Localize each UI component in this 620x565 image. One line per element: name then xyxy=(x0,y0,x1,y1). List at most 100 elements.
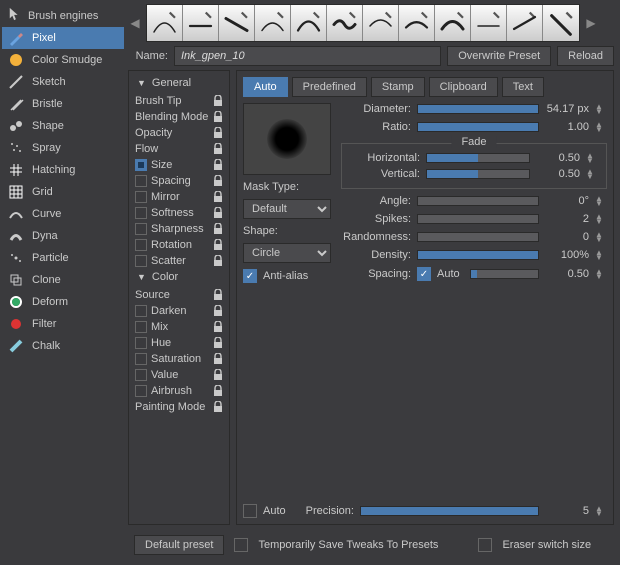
prop-row-opacity[interactable]: Opacity xyxy=(133,125,225,141)
sl-angle-slider[interactable] xyxy=(417,196,539,206)
sl-diameter-slider[interactable] xyxy=(417,104,539,114)
preset-thumb[interactable] xyxy=(255,5,291,41)
anti-alias-row[interactable]: Anti-alias xyxy=(243,269,331,283)
anti-alias-checkbox[interactable] xyxy=(243,269,257,283)
prop-row-sharpness[interactable]: Sharpness xyxy=(133,221,225,237)
preset-name-input[interactable] xyxy=(174,46,441,66)
prop-row-rotation[interactable]: Rotation xyxy=(133,237,225,253)
precision-auto-checkbox[interactable] xyxy=(243,504,257,518)
prop-checkbox[interactable] xyxy=(135,159,147,171)
sl-spikes-slider[interactable] xyxy=(417,214,539,224)
precision-spinner[interactable]: ▲▼ xyxy=(595,506,607,516)
sl-spikes-spinner[interactable]: ▲▼ xyxy=(595,214,607,224)
props-group-general[interactable]: ▼ General xyxy=(133,75,225,93)
sl-spacing-spinner[interactable]: ▲▼ xyxy=(595,269,607,279)
prop-row-painting-mode[interactable]: Painting Mode xyxy=(133,399,225,415)
prop-row-darken[interactable]: Darken xyxy=(133,303,225,319)
spacing-auto-checkbox[interactable] xyxy=(417,267,431,281)
props-group-color[interactable]: ▼ Color xyxy=(133,269,225,287)
prop-row-value[interactable]: Value xyxy=(133,367,225,383)
preset-thumb[interactable] xyxy=(507,5,543,41)
prop-row-scatter[interactable]: Scatter xyxy=(133,253,225,269)
preset-thumb[interactable] xyxy=(291,5,327,41)
preset-thumb[interactable] xyxy=(147,5,183,41)
sl-hfade-slider[interactable] xyxy=(426,153,530,163)
sl-density-slider[interactable] xyxy=(417,250,539,260)
prop-checkbox[interactable] xyxy=(135,239,147,251)
engine-curve[interactable]: Curve xyxy=(2,203,124,225)
mask-type-select[interactable]: Default xyxy=(243,199,331,219)
prop-checkbox[interactable] xyxy=(135,353,147,365)
default-preset-button[interactable]: Default preset xyxy=(134,535,224,555)
prop-row-spacing[interactable]: Spacing xyxy=(133,173,225,189)
prop-row-source[interactable]: Source xyxy=(133,287,225,303)
engine-deform[interactable]: Deform xyxy=(2,291,124,313)
engine-bristle[interactable]: Bristle xyxy=(2,93,124,115)
preset-thumb[interactable] xyxy=(219,5,255,41)
engine-filter[interactable]: Filter xyxy=(2,313,124,335)
prop-checkbox[interactable] xyxy=(135,223,147,235)
prop-row-mix[interactable]: Mix xyxy=(133,319,225,335)
sl-diameter-spinner[interactable]: ▲▼ xyxy=(595,104,607,114)
engine-chalk[interactable]: Chalk xyxy=(2,335,124,357)
prop-row-softness[interactable]: Softness xyxy=(133,205,225,221)
prop-checkbox[interactable] xyxy=(135,255,147,267)
sl-random-spinner[interactable]: ▲▼ xyxy=(595,232,607,242)
tab-clipboard[interactable]: Clipboard xyxy=(429,77,498,97)
prop-row-hue[interactable]: Hue xyxy=(133,335,225,351)
preset-prev-button[interactable]: ◀ xyxy=(128,16,142,30)
preset-thumb[interactable] xyxy=(183,5,219,41)
prop-checkbox[interactable] xyxy=(135,175,147,187)
tab-text[interactable]: Text xyxy=(502,77,544,97)
engine-dyna[interactable]: Dyna xyxy=(2,225,124,247)
engine-grid[interactable]: Grid xyxy=(2,181,124,203)
tab-stamp[interactable]: Stamp xyxy=(371,77,425,97)
sl-vfade-slider[interactable] xyxy=(426,169,530,179)
engine-spray[interactable]: Spray xyxy=(2,137,124,159)
prop-row-mirror[interactable]: Mirror xyxy=(133,189,225,205)
prop-checkbox[interactable] xyxy=(135,337,147,349)
sl-density-spinner[interactable]: ▲▼ xyxy=(595,250,607,260)
sl-random-slider[interactable] xyxy=(417,232,539,242)
precision-slider[interactable] xyxy=(360,506,539,516)
engine-particle[interactable]: Particle xyxy=(2,247,124,269)
eraser-switch-checkbox[interactable] xyxy=(478,538,492,552)
sl-ratio-slider[interactable] xyxy=(417,122,539,132)
prop-checkbox[interactable] xyxy=(135,321,147,333)
engine-clone[interactable]: Clone xyxy=(2,269,124,291)
overwrite-preset-button[interactable]: Overwrite Preset xyxy=(447,46,551,66)
prop-row-flow[interactable]: Flow xyxy=(133,141,225,157)
sl-ratio-spinner[interactable]: ▲▼ xyxy=(595,122,607,132)
tab-auto[interactable]: Auto xyxy=(243,77,288,97)
prop-checkbox[interactable] xyxy=(135,191,147,203)
prop-row-airbrush[interactable]: Airbrush xyxy=(133,383,225,399)
prop-checkbox[interactable] xyxy=(135,369,147,381)
engine-hatching[interactable]: Hatching xyxy=(2,159,124,181)
tab-predefined[interactable]: Predefined xyxy=(292,77,367,97)
preset-thumb[interactable] xyxy=(435,5,471,41)
shape-select[interactable]: Circle xyxy=(243,243,331,263)
prop-checkbox[interactable] xyxy=(135,385,147,397)
prop-row-size[interactable]: Size xyxy=(133,157,225,173)
preset-thumb[interactable] xyxy=(471,5,507,41)
sl-angle-spinner[interactable]: ▲▼ xyxy=(595,196,607,206)
temp-save-checkbox[interactable] xyxy=(234,538,248,552)
preset-thumb[interactable] xyxy=(363,5,399,41)
sl-vfade-spinner[interactable]: ▲▼ xyxy=(586,169,598,179)
prop-row-saturation[interactable]: Saturation xyxy=(133,351,225,367)
prop-checkbox[interactable] xyxy=(135,207,147,219)
engine-pixel[interactable]: Pixel xyxy=(2,27,124,49)
sl-hfade-spinner[interactable]: ▲▼ xyxy=(586,153,598,163)
preset-thumb[interactable] xyxy=(399,5,435,41)
engine-color-smudge[interactable]: Color Smudge xyxy=(2,49,124,71)
preset-thumb[interactable] xyxy=(543,5,579,41)
sl-spacing-slider[interactable] xyxy=(470,269,539,279)
preset-thumb[interactable] xyxy=(327,5,363,41)
engine-sketch[interactable]: Sketch xyxy=(2,71,124,93)
prop-row-blending-mode[interactable]: Blending Mode xyxy=(133,109,225,125)
engine-shape[interactable]: Shape xyxy=(2,115,124,137)
prop-checkbox[interactable] xyxy=(135,305,147,317)
preset-next-button[interactable]: ▶ xyxy=(584,16,598,30)
reload-button[interactable]: Reload xyxy=(557,46,614,66)
prop-row-brush-tip[interactable]: Brush Tip xyxy=(133,93,225,109)
